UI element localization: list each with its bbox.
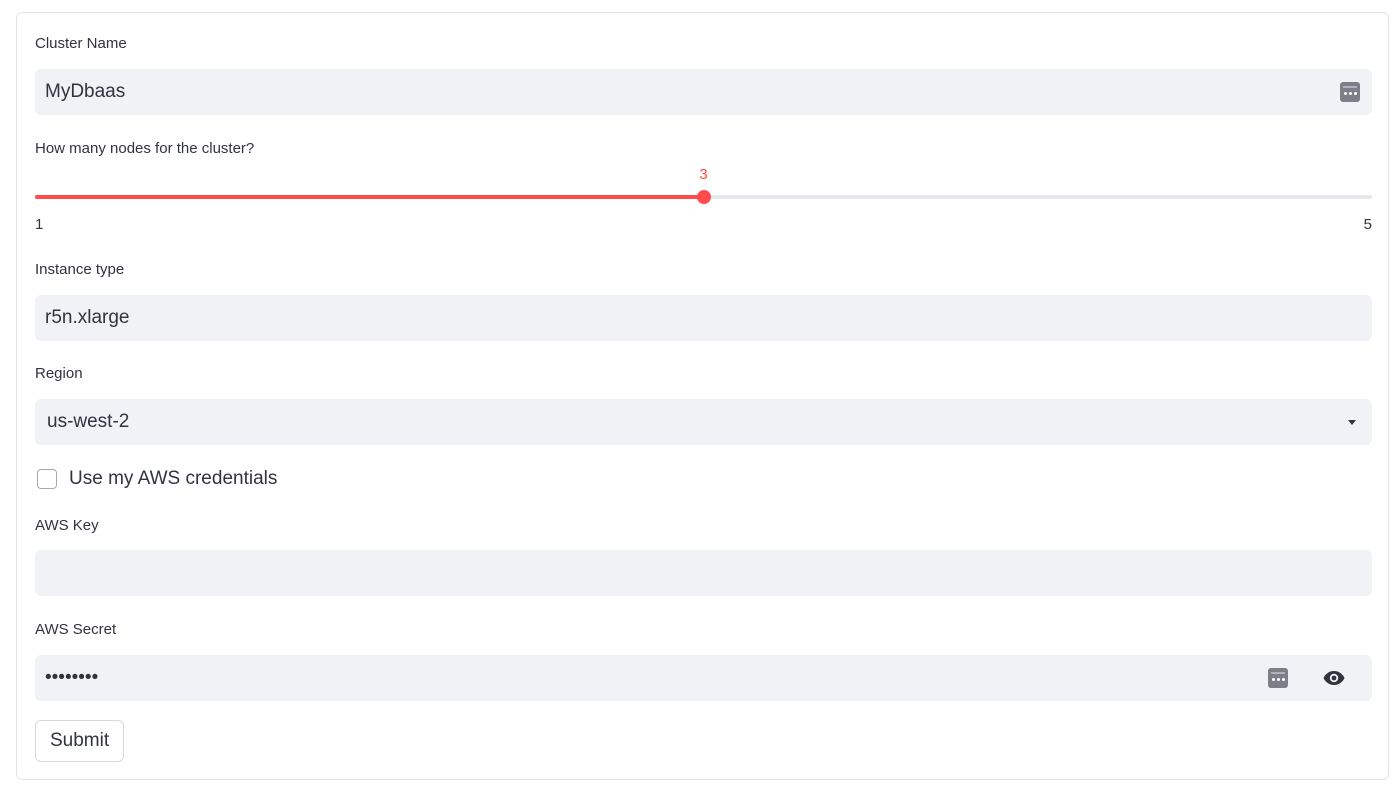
slider-min-label: 1	[35, 216, 44, 233]
slider-fill	[35, 195, 704, 199]
aws-secret-input[interactable]: ••••••••	[35, 655, 1372, 701]
use-credentials-checkbox[interactable]	[37, 469, 57, 489]
region-selected-value[interactable]: us-west-2	[47, 411, 1348, 433]
slider-thumb[interactable]	[696, 190, 711, 204]
instance-type-input[interactable]: r5n.xlarge	[35, 295, 1372, 341]
aws-key-label: AWS Key	[35, 517, 99, 534]
cluster-name-value[interactable]: MyDbaas	[45, 81, 1340, 103]
aws-secret-label: AWS Secret	[35, 621, 117, 638]
nodes-label: How many nodes for the cluster?	[35, 140, 255, 157]
slider-max-label: 5	[1363, 216, 1372, 233]
cluster-name-input[interactable]: MyDbaas	[35, 69, 1372, 115]
cluster-form: Cluster Name MyDbaas How many nodes for …	[16, 12, 1389, 780]
caret-down-icon[interactable]	[1348, 419, 1356, 425]
instance-type-label: Instance type	[35, 261, 125, 278]
aws-secret-value[interactable]: ••••••••	[45, 667, 1268, 689]
cluster-name-label: Cluster Name	[35, 35, 127, 52]
use-credentials-row[interactable]: Use my AWS credentials	[37, 468, 277, 490]
aws-key-input[interactable]	[35, 550, 1372, 596]
instance-type-value[interactable]: r5n.xlarge	[45, 307, 1360, 329]
nodes-slider[interactable]: 3	[35, 166, 1372, 204]
region-select[interactable]: us-west-2	[35, 399, 1372, 445]
password-manager-icon[interactable]	[1268, 668, 1288, 688]
password-manager-icon[interactable]	[1340, 82, 1360, 102]
submit-button[interactable]: Submit	[35, 720, 125, 762]
eye-icon[interactable]	[1322, 666, 1346, 690]
region-label: Region	[35, 365, 83, 382]
slider-value: 3	[699, 166, 708, 183]
use-credentials-label[interactable]: Use my AWS credentials	[69, 468, 277, 490]
